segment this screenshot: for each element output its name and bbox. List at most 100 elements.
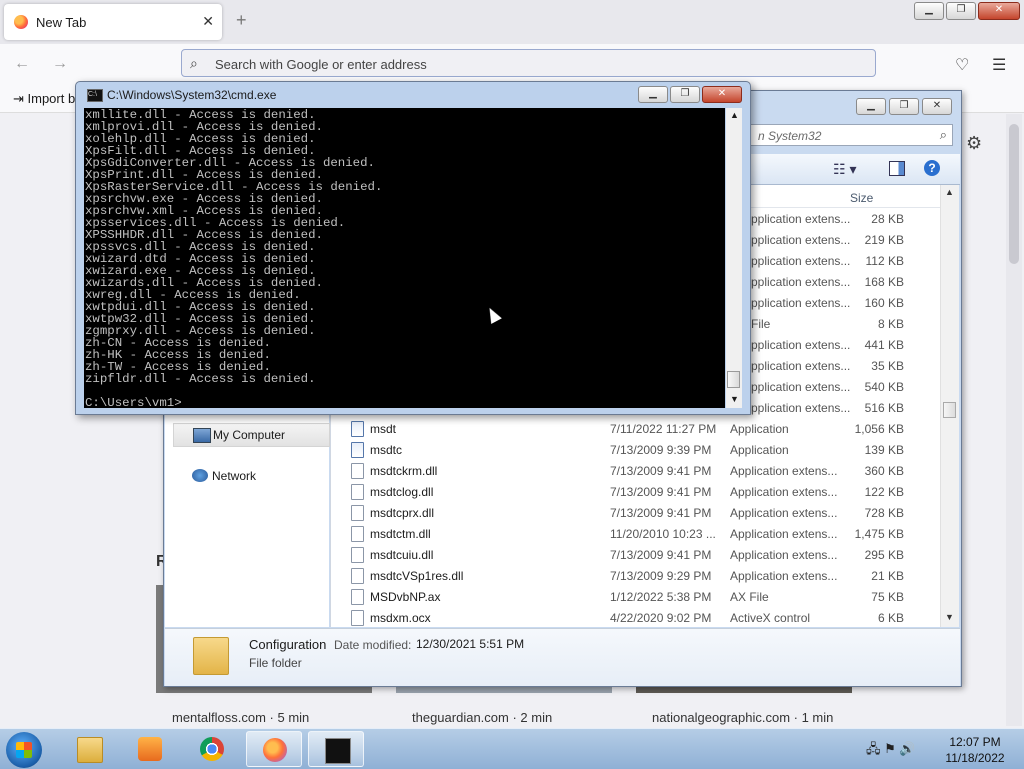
file-size: 219 KB [864,233,904,247]
table-row[interactable]: msdtcuiu.dll 7/13/2009 9:41 PM Application… [331,544,941,565]
table-row[interactable]: msdtcVSp1res.dll 7/13/2009 9:29 PM Applica… [331,565,941,586]
file-date: 7/13/2009 9:39 PM [610,443,712,457]
cmd-window-title: C:\Windows\System32\cmd.exe [107,88,277,102]
scrollbar-thumb[interactable] [1009,124,1019,264]
tile-label[interactable]: mentalfloss.com · 5 min [172,710,309,725]
page-scrollbar[interactable] [1006,114,1022,726]
new-tab-button[interactable]: + [236,10,247,31]
start-button[interactable] [6,732,42,768]
file-name: msdt [370,422,397,436]
scroll-up-icon[interactable]: ▲ [730,110,739,120]
file-type: Application [730,422,789,436]
file-size: 441 KB [864,338,904,352]
file-icon [351,442,364,458]
file-type: pplication extens... [751,233,851,247]
console-scrollbar[interactable]: ▲ ▼ [726,108,742,408]
file-icon [351,610,364,626]
close-window-button[interactable]: ✕ [922,98,952,115]
file-name: msdtctm.dll [370,527,431,541]
file-type: pplication extens... [751,296,851,310]
file-size: 516 KB [864,401,904,415]
computer-icon [193,428,211,443]
file-icon [351,589,364,605]
close-tab-icon[interactable]: ✕ [202,13,214,30]
taskbar-media-player[interactable] [122,731,178,767]
date-modified-value: 12/30/2021 5:51 PM [416,637,525,651]
file-type: Application extens... [730,548,838,562]
system-tray-icons[interactable]: 🖧 ⚑ 🔊 [866,740,916,762]
pocket-icon[interactable]: ♡ [955,55,969,75]
selected-item-name: Configuration [249,637,327,652]
maximize-button[interactable]: ❐ [946,2,976,20]
import-label: Import b [27,91,76,106]
tile-label[interactable]: nationalgeographic.com · 1 min [652,710,833,725]
search-icon: ⌕ [190,55,198,71]
minimize-button[interactable]: ▁ [856,98,886,115]
taskbar-firefox[interactable] [246,731,302,767]
tile-label[interactable]: theguardian.com · 2 min [412,710,552,725]
back-arrow-icon[interactable]: ← [14,55,30,73]
file-type: pplication extens... [751,254,851,268]
scroll-up-icon[interactable]: ▲ [945,187,954,197]
file-type: pplication extens... [751,275,851,289]
table-row[interactable]: msdtc 7/13/2009 9:39 PM Application 139 KB [331,439,941,460]
preview-pane-icon[interactable] [889,161,905,176]
nav-item-network[interactable]: Network [173,465,328,487]
import-bookmarks-button[interactable]: ⇥ Import b [13,91,75,107]
size-column-header[interactable]: Size [850,191,873,205]
file-name: msdtcVSp1res.dll [370,569,464,583]
change-view-icon[interactable]: ☷ ▾ [833,161,856,178]
command-prompt-window: C:\ C:\Windows\System32\cmd.exe ▁ ❐ ✕ xm… [75,81,751,415]
scroll-down-icon[interactable]: ▼ [730,394,739,404]
close-window-button[interactable]: ✕ [978,2,1020,20]
file-size: 28 KB [871,212,904,226]
scrollbar-thumb[interactable] [943,402,956,418]
file-size: 75 KB [871,590,904,604]
file-name: msdtclog.dll [370,485,434,499]
table-row[interactable]: msdxm.ocx 4/22/2020 9:02 PM ActiveX contro… [331,607,941,628]
selected-item-type: File folder [249,656,302,670]
minimize-button[interactable]: ▁ [914,2,944,20]
nav-item-label: My Computer [213,428,286,442]
clock[interactable]: 12:07 PM 11/18/2022 [930,734,1020,766]
file-icon [351,505,364,521]
table-row[interactable]: msdtctm.dll 11/20/2010 10:23 ... Applicati… [331,523,941,544]
forward-arrow-icon[interactable]: → [52,55,68,73]
file-size: 168 KB [864,275,904,289]
search-placeholder: n System32 [758,129,822,143]
console-output[interactable]: xmllite.dll - Access is denied. xmlprovi… [84,108,725,408]
taskbar-chrome[interactable] [184,731,240,767]
browser-window-controls: ▁ ❐ ✕ [914,2,1020,20]
file-size: 122 KB [864,485,904,499]
maximize-button[interactable]: ❐ [889,98,919,115]
firefox-icon [263,738,287,762]
table-row[interactable]: MSDvbNP.ax 1/12/2022 5:38 PM AX File 75 KB [331,586,941,607]
table-row[interactable]: msdtckrm.dll 7/13/2009 9:41 PM Application… [331,460,941,481]
taskbar-explorer[interactable] [61,731,117,767]
gear-icon[interactable]: ⚙ [966,133,982,154]
minimize-button[interactable]: ▁ [638,86,668,103]
close-window-button[interactable]: ✕ [702,86,742,103]
address-bar[interactable]: ⌕ Search with Google or enter address [181,49,876,77]
file-type: ActiveX control [730,611,811,625]
firefox-icon [14,15,28,29]
file-date: 7/13/2009 9:41 PM [610,485,712,499]
file-date: 7/13/2009 9:41 PM [610,464,712,478]
taskbar-cmd[interactable] [308,731,364,767]
explorer-search-input[interactable]: n System32 ⌕ [749,124,953,146]
file-type: Application extens... [730,506,838,520]
table-row[interactable]: msdtclog.dll 7/13/2009 9:41 PM Application… [331,481,941,502]
table-row[interactable]: msdt 7/11/2022 11:27 PM Application 1,056 K… [331,418,941,439]
scroll-down-icon[interactable]: ▼ [945,612,954,622]
table-row[interactable]: msdtcprx.dll 7/13/2009 9:41 PM Application… [331,502,941,523]
help-icon[interactable]: ? [924,160,940,176]
file-type: File [751,317,771,331]
file-list-scrollbar[interactable]: ▲ ▼ [940,185,959,627]
menu-hamburger-icon[interactable]: ☰ [992,55,1006,75]
scrollbar-thumb[interactable] [727,371,740,388]
file-name: msdxm.ocx [370,611,431,625]
tab-new-tab[interactable]: New Tab ✕ [4,4,222,40]
nav-item-my-computer[interactable]: My Computer [173,423,330,447]
file-size: 360 KB [864,464,904,478]
maximize-button[interactable]: ❐ [670,86,700,103]
